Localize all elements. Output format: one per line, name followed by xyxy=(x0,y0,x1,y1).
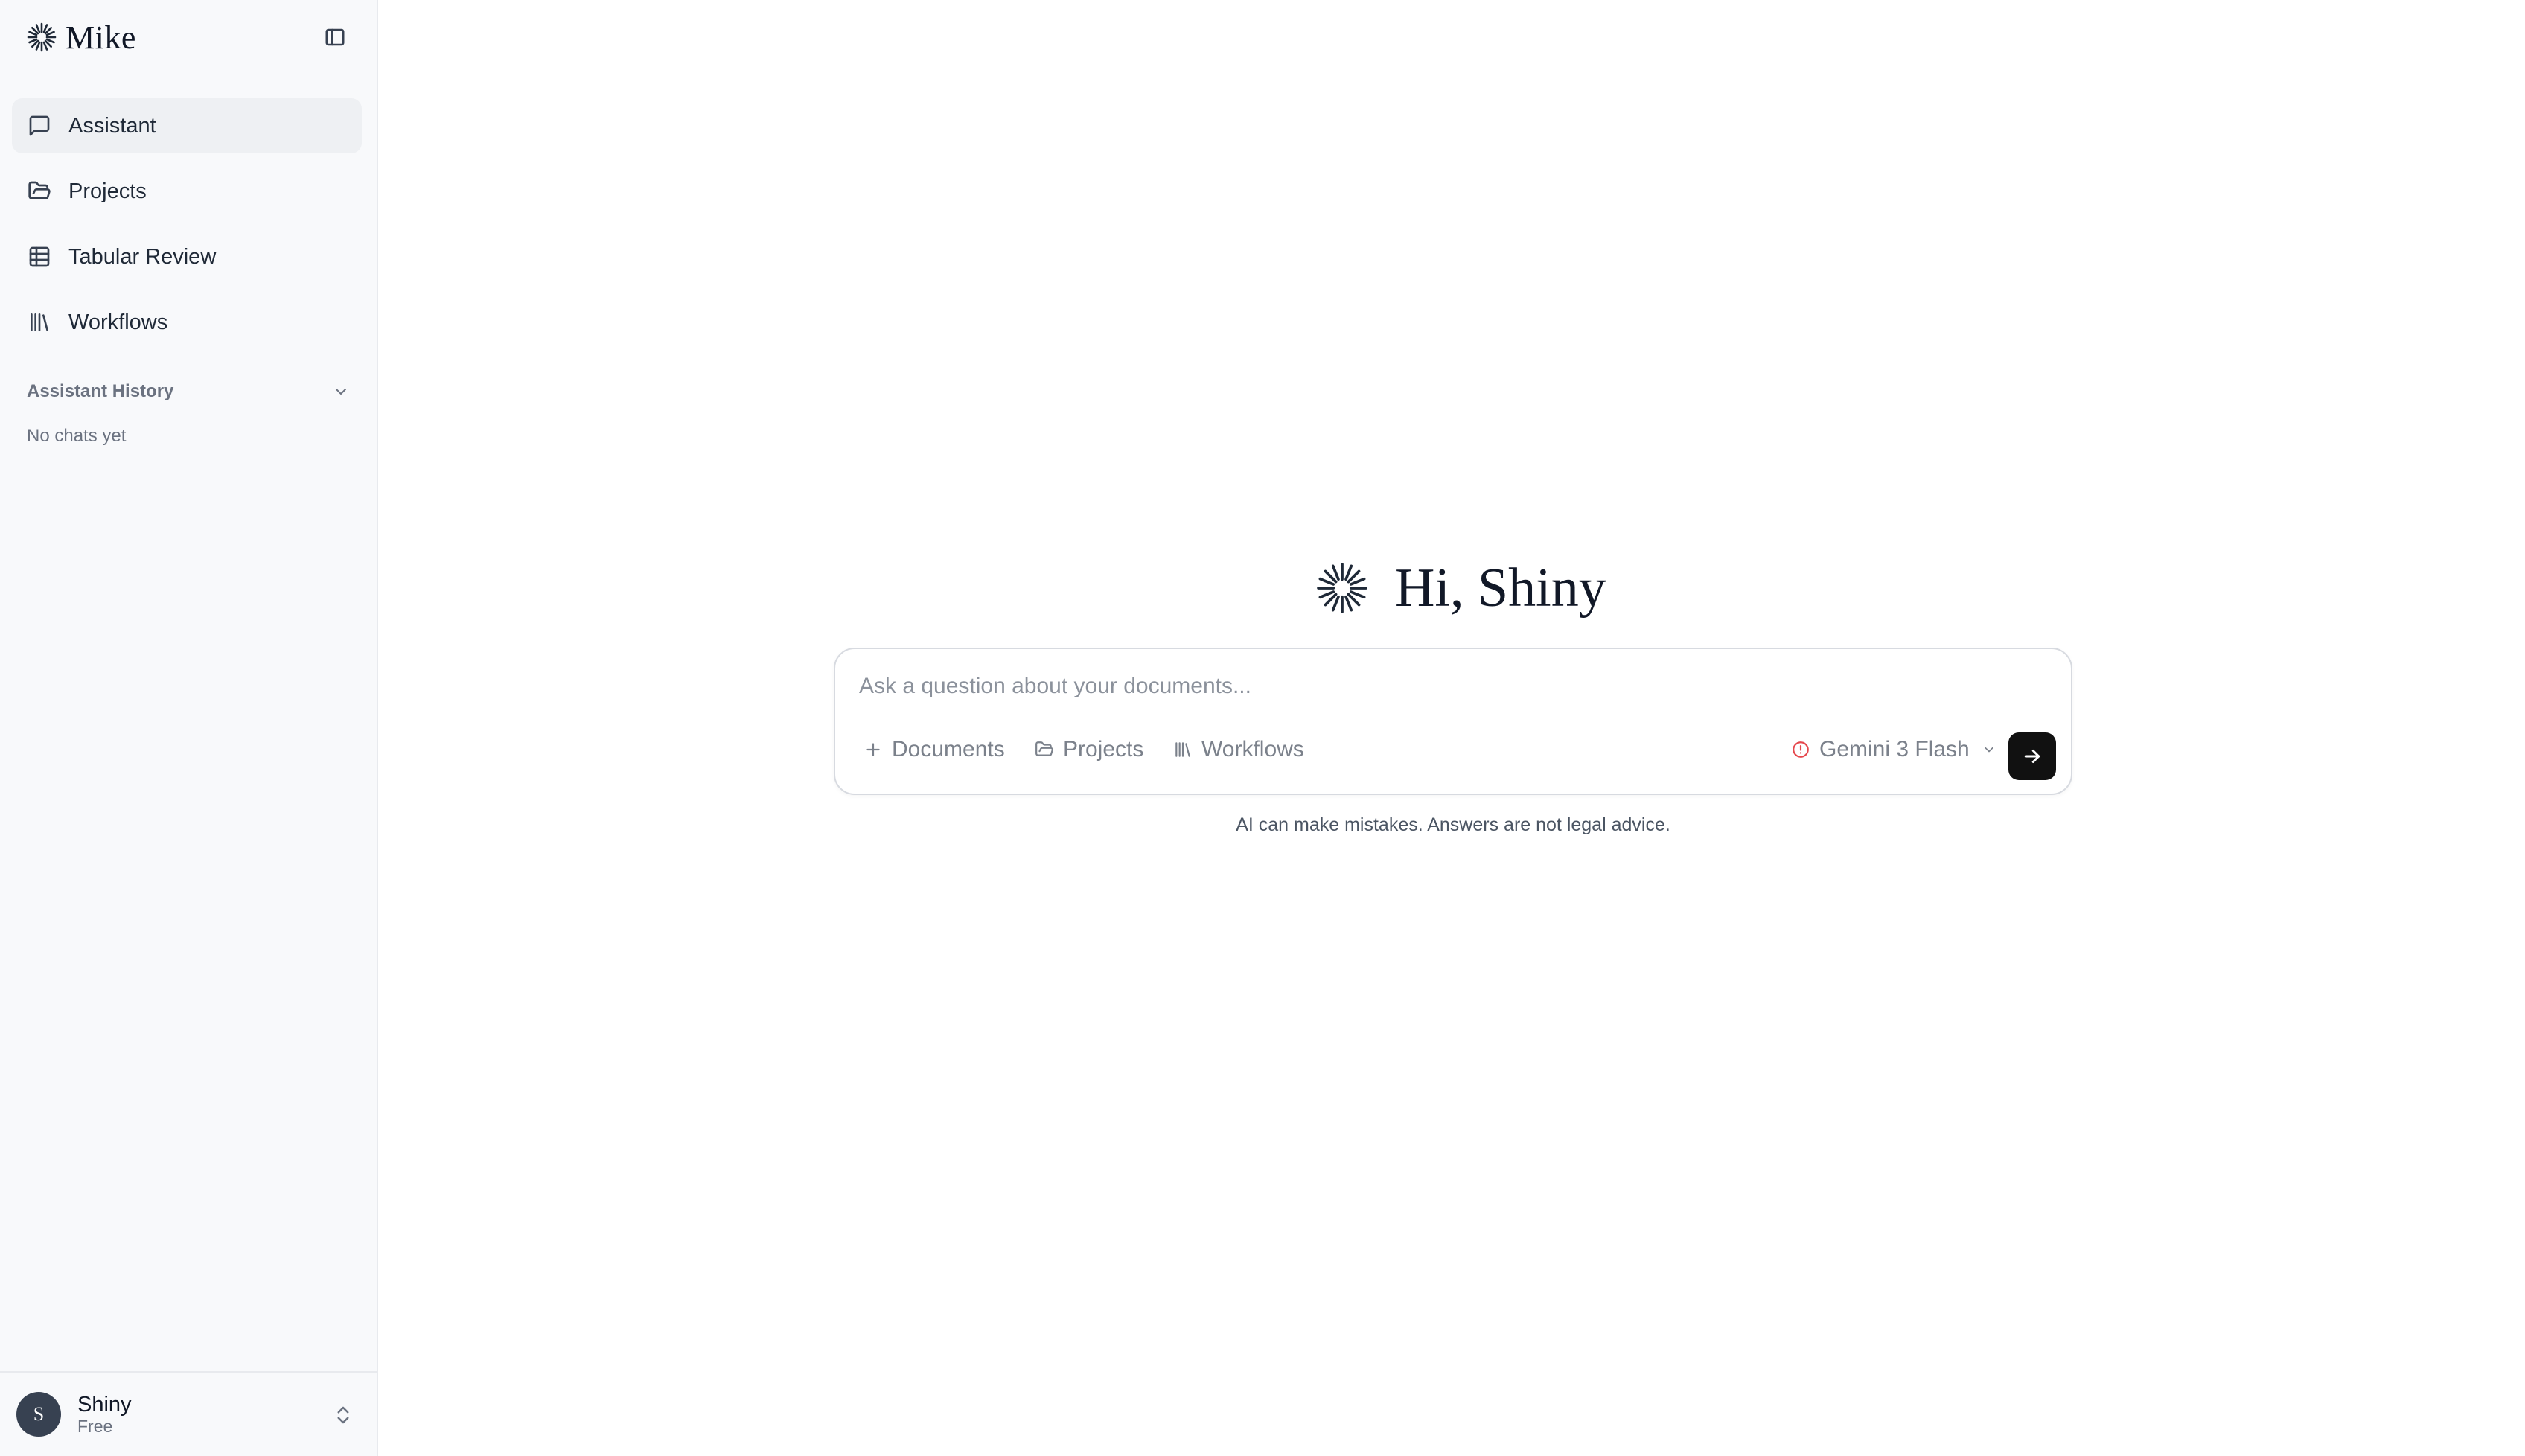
folder-icon xyxy=(1035,741,1053,756)
user-plan: Free xyxy=(77,1417,113,1436)
alert-circle-icon xyxy=(1793,741,1809,758)
sidebar-item-projects[interactable]: Projects xyxy=(12,164,362,219)
library-icon xyxy=(1175,742,1190,757)
chat-bubble-icon xyxy=(27,113,52,138)
sidebar-item-label: Assistant xyxy=(68,113,156,138)
brand[interactable]: Mike xyxy=(25,16,136,58)
sidebar-item-tabular-review[interactable]: Tabular Review xyxy=(12,229,362,284)
toggle-sidebar-button[interactable] xyxy=(320,22,350,52)
greeting: Hi, Shiny xyxy=(1315,557,1606,619)
add-documents-label: Documents xyxy=(892,737,1005,761)
plus-icon xyxy=(866,743,880,756)
sidebar-item-assistant[interactable]: Assistant xyxy=(12,98,362,153)
send-button[interactable] xyxy=(2008,732,2056,780)
chevron-down-icon xyxy=(1984,747,1993,753)
sparkle-logo-icon xyxy=(1317,563,1367,613)
chat-composer: Documents Projects Workflows Gemini 3 Fl… xyxy=(834,648,2072,795)
sidebar-item-label: Projects xyxy=(68,179,147,203)
disclaimer-text: AI can make mistakes. Answers are not le… xyxy=(1236,814,1670,835)
library-icon xyxy=(27,310,52,335)
sidebar-item-workflows[interactable]: Workflows xyxy=(12,295,362,350)
chevron-down-icon xyxy=(336,389,346,395)
model-selector[interactable]: Gemini 3 Flash xyxy=(1791,731,1996,768)
user-name: Shiny xyxy=(77,1393,132,1417)
select-projects-button[interactable]: Projects xyxy=(1035,731,1143,768)
arrow-right-icon xyxy=(2024,750,2040,763)
question-input[interactable] xyxy=(859,667,2035,706)
app-root: Mike Assistant Projects Tabular Review W… xyxy=(0,0,2525,1456)
user-info: Shiny Free xyxy=(77,1393,132,1436)
table-icon xyxy=(27,244,52,269)
sidebar-nav: Assistant Projects Tabular Review Workfl… xyxy=(12,98,362,360)
avatar: S xyxy=(16,1392,61,1437)
sidebar: Mike Assistant Projects Tabular Review W… xyxy=(0,0,378,1456)
assistant-history-toggle[interactable]: Assistant History xyxy=(27,377,350,406)
chevron-up-down-icon xyxy=(337,1406,349,1424)
sidebar-item-label: Tabular Review xyxy=(68,244,217,269)
greeting-text: Hi, Shiny xyxy=(1395,557,1606,619)
model-name: Gemini 3 Flash xyxy=(1819,737,1970,761)
folder-icon xyxy=(27,179,52,204)
select-projects-label: Projects xyxy=(1063,737,1144,761)
add-documents-button[interactable]: Documents xyxy=(864,731,1005,768)
select-workflows-button[interactable]: Workflows xyxy=(1173,731,1304,768)
sidebar-item-label: Workflows xyxy=(68,310,168,334)
user-menu-button[interactable]: S Shiny Free xyxy=(0,1371,377,1456)
select-workflows-label: Workflows xyxy=(1201,737,1304,761)
sidebar-toggle-icon xyxy=(325,28,345,46)
history-title: Assistant History xyxy=(27,381,174,401)
sparkle-logo-icon xyxy=(27,22,57,52)
brand-name: Mike xyxy=(66,19,136,56)
history-empty-text: No chats yet xyxy=(27,426,127,446)
